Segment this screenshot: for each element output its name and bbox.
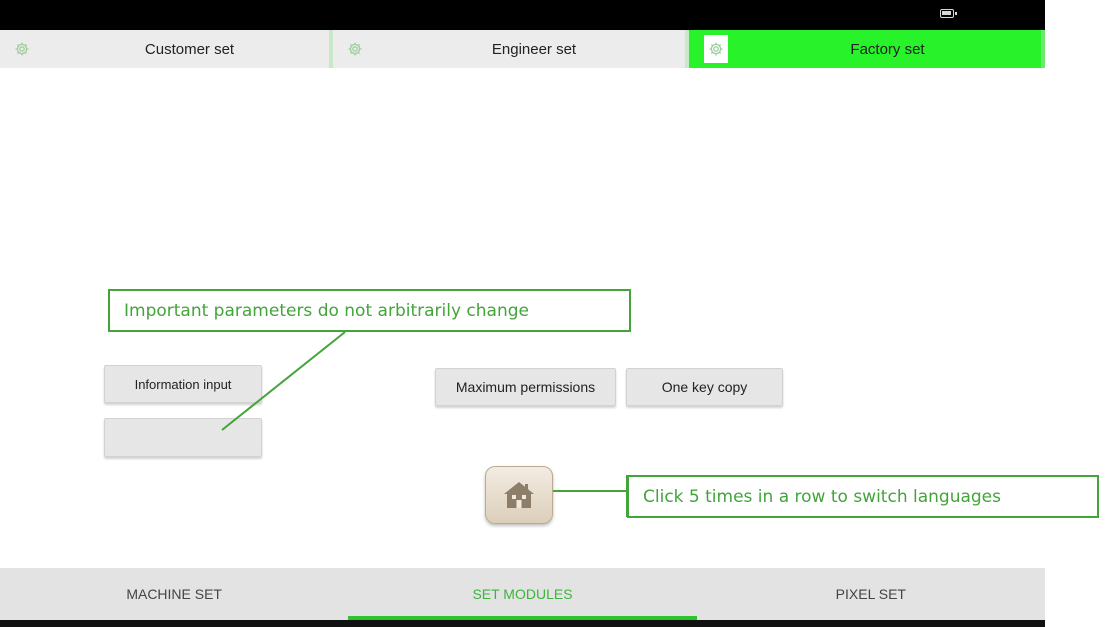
battery-icon (940, 9, 957, 18)
bottom-navigation: MACHINE SET SET MODULES PIXEL SET (0, 568, 1045, 620)
gear-icon (341, 35, 369, 63)
callout-parameters-warning: Important parameters do not arbitrarily … (108, 289, 631, 332)
tab-engineer-set[interactable]: Engineer set (333, 30, 689, 68)
gear-icon (8, 35, 36, 63)
home-button[interactable] (485, 466, 553, 524)
tab-label: Factory set (850, 40, 925, 58)
tab-factory-set[interactable]: Factory set (689, 30, 1045, 68)
tab-label: Engineer set (491, 40, 577, 58)
gear-icon (704, 35, 728, 63)
nav-machine-set[interactable]: MACHINE SET (0, 568, 348, 620)
settings-tabs: Customer set Engineer set Factory set (0, 30, 1045, 68)
nav-pixel-set[interactable]: PIXEL SET (697, 568, 1045, 620)
system-bar (0, 620, 1045, 627)
callout-language-switch: Click 5 times in a row to switch languag… (627, 475, 1099, 518)
tab-label: Customer set (144, 40, 235, 58)
information-input-button[interactable]: Information input (104, 365, 262, 403)
tab-customer-set[interactable]: Customer set (0, 30, 333, 68)
status-bar (0, 0, 1045, 30)
maximum-permissions-button[interactable]: Maximum permissions (435, 368, 616, 406)
one-key-copy-button[interactable]: One key copy (626, 368, 783, 406)
home-icon (504, 482, 534, 508)
blank-button[interactable] (104, 418, 262, 457)
nav-set-modules[interactable]: SET MODULES (348, 568, 697, 620)
